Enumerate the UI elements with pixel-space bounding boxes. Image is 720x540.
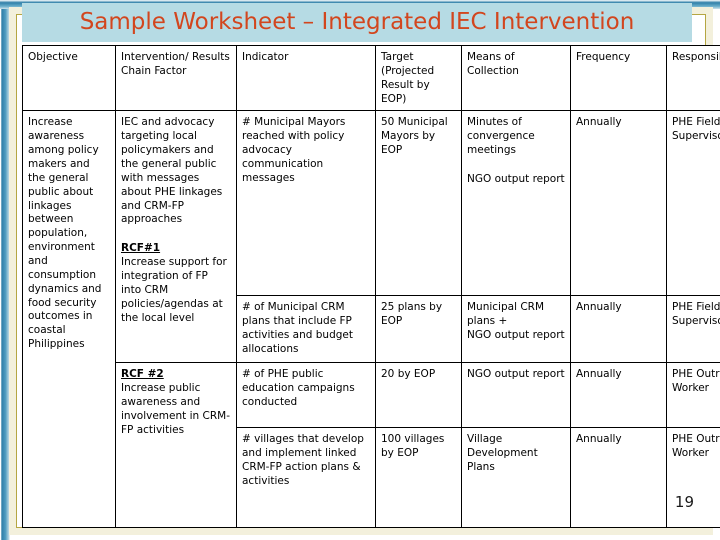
cell-target: 100 villages by EOP [375,427,462,529]
cell-objective: Increase awareness among policy makers a… [22,110,116,529]
means-line-1: Municipal CRM plans + [467,301,545,328]
table-row: RCF #2 Increase public awareness and inv… [23,362,720,529]
rcf2-label: RCF #2 [121,368,164,381]
cell-target: 25 plans by EOP [375,295,462,364]
cell-means: Minutes of convergence meetings NGO outp… [461,110,571,297]
rcf1-text: Increase support for integration of FP i… [121,256,227,324]
means-spacer [467,158,565,173]
cell-indicator: # of Municipal CRM plans that include FP… [236,295,376,364]
column-header-target: Target (Projected Result by EOP) [375,44,462,112]
intervention-main-text: IEC and advocacy targeting local policym… [121,116,223,226]
cell-frequency: Annually [570,295,667,364]
cell-intervention-rcf2: RCF #2 Increase public awareness and inv… [115,362,237,529]
column-header-frequency: Frequency [570,44,667,112]
cell-frequency: Annually [570,110,667,297]
cell-means: Municipal CRM plans + NGO output report [461,295,571,364]
cell-indicator: # villages that develop and implement li… [236,427,376,529]
cell-target: 50 Municipal Mayors by EOP [375,110,462,297]
page-title: Sample Worksheet – Integrated IEC Interv… [79,9,635,35]
column-header-intervention: Intervention/ Results Chain Factor [115,44,237,112]
table-header-row: Objective Intervention/ Results Chain Fa… [22,44,720,112]
cell-target: 20 by EOP [375,362,462,429]
column-header-objective: Objective [22,44,116,112]
cell-means: Village Development Plans [461,427,571,529]
page-number: 19 [674,493,694,511]
cell-frequency: Annually [570,427,667,529]
column-header-responsible: Responsible Party [666,44,720,112]
intervention-spacer [121,227,231,242]
slide-title-banner: Sample Worksheet – Integrated IEC Interv… [22,3,692,42]
cell-responsible: PHE Outreach Worker [666,362,720,429]
means-line-1: Minutes of convergence meetings [467,116,535,157]
cell-responsible: PHE Field Supervisor [666,110,720,297]
rcf1-label: RCF#1 [121,242,161,255]
means-line-2: NGO output report [467,173,565,186]
slide: Sample Worksheet – Integrated IEC Interv… [0,0,720,540]
cell-indicator: # Municipal Mayors reached with policy a… [236,110,376,297]
cell-frequency: Annually [570,362,667,429]
means-line-2: NGO output report [467,329,565,342]
cell-responsible: PHE Outreach Worker [666,427,720,529]
rcf2-text: Increase public awareness and involvemen… [121,382,230,436]
column-header-indicator: Indicator [236,44,376,112]
worksheet-table: Objective Intervention/ Results Chain Fa… [22,44,720,529]
column-header-means: Means of Collection [461,44,571,112]
cell-means: NGO output report [461,362,571,429]
table-row: Increase awareness among policy makers a… [22,110,720,529]
cell-intervention-group: IEC and advocacy targeting local policym… [115,110,237,364]
cell-responsible: PHE Field Supervisor [666,295,720,364]
cell-indicator: # of PHE public education campaigns cond… [236,362,376,429]
